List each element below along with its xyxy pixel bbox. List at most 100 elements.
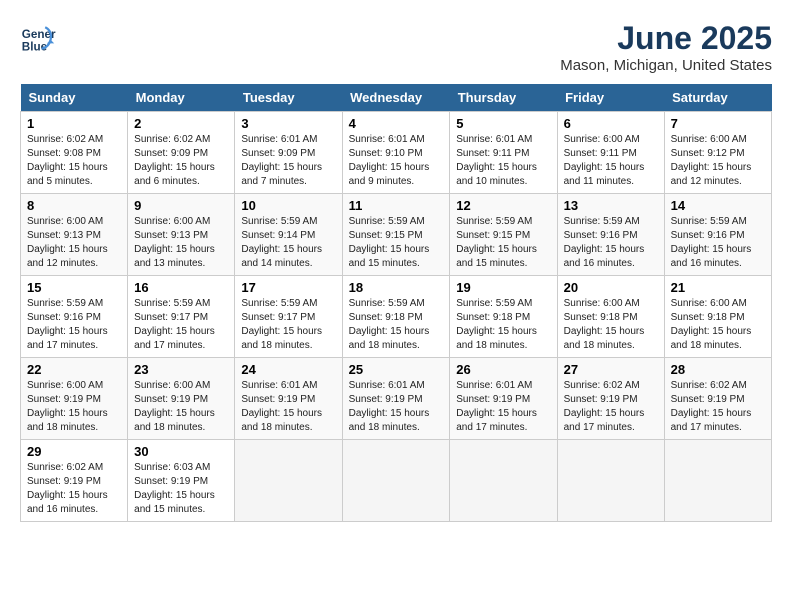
day-number: 5 [456,116,550,131]
calendar-cell: 6 Sunrise: 6:00 AMSunset: 9:11 PMDayligh… [557,112,664,194]
cell-info: Sunrise: 6:01 AMSunset: 9:19 PMDaylight:… [241,380,322,433]
calendar-cell: 28 Sunrise: 6:02 AMSunset: 9:19 PMDaylig… [664,358,771,440]
logo: General Blue [20,20,56,56]
day-number: 21 [671,280,765,295]
cell-info: Sunrise: 6:00 AMSunset: 9:18 PMDaylight:… [671,298,752,351]
day-number: 29 [27,444,121,459]
column-header-wednesday: Wednesday [342,84,450,112]
calendar-cell: 18 Sunrise: 5:59 AMSunset: 9:18 PMDaylig… [342,276,450,358]
cell-info: Sunrise: 5:59 AMSunset: 9:17 PMDaylight:… [241,298,322,351]
page-subtitle: Mason, Michigan, United States [560,57,772,74]
calendar-cell [557,440,664,522]
day-number: 20 [564,280,658,295]
day-number: 30 [134,444,228,459]
calendar-cell: 8 Sunrise: 6:00 AMSunset: 9:13 PMDayligh… [21,194,128,276]
cell-info: Sunrise: 6:02 AMSunset: 9:08 PMDaylight:… [27,134,108,187]
day-number: 6 [564,116,658,131]
day-number: 11 [349,198,444,213]
calendar-cell: 29 Sunrise: 6:02 AMSunset: 9:19 PMDaylig… [21,440,128,522]
cell-info: Sunrise: 6:00 AMSunset: 9:13 PMDaylight:… [134,216,215,269]
day-number: 23 [134,362,228,377]
cell-info: Sunrise: 6:02 AMSunset: 9:09 PMDaylight:… [134,134,215,187]
cell-info: Sunrise: 6:00 AMSunset: 9:18 PMDaylight:… [564,298,645,351]
calendar-cell: 9 Sunrise: 6:00 AMSunset: 9:13 PMDayligh… [128,194,235,276]
calendar-cell: 19 Sunrise: 5:59 AMSunset: 9:18 PMDaylig… [450,276,557,358]
calendar-cell: 12 Sunrise: 5:59 AMSunset: 9:15 PMDaylig… [450,194,557,276]
calendar-cell: 20 Sunrise: 6:00 AMSunset: 9:18 PMDaylig… [557,276,664,358]
day-number: 28 [671,362,765,377]
cell-info: Sunrise: 6:02 AMSunset: 9:19 PMDaylight:… [564,380,645,433]
day-number: 12 [456,198,550,213]
calendar-table: SundayMondayTuesdayWednesdayThursdayFrid… [20,84,772,522]
day-number: 24 [241,362,335,377]
calendar-cell [450,440,557,522]
day-number: 25 [349,362,444,377]
cell-info: Sunrise: 5:59 AMSunset: 9:16 PMDaylight:… [671,216,752,269]
calendar-cell: 10 Sunrise: 5:59 AMSunset: 9:14 PMDaylig… [235,194,342,276]
day-number: 7 [671,116,765,131]
cell-info: Sunrise: 6:01 AMSunset: 9:10 PMDaylight:… [349,134,430,187]
cell-info: Sunrise: 5:59 AMSunset: 9:16 PMDaylight:… [27,298,108,351]
column-header-friday: Friday [557,84,664,112]
week-row-1: 1 Sunrise: 6:02 AMSunset: 9:08 PMDayligh… [21,112,772,194]
day-number: 16 [134,280,228,295]
cell-info: Sunrise: 5:59 AMSunset: 9:14 PMDaylight:… [241,216,322,269]
calendar-cell: 30 Sunrise: 6:03 AMSunset: 9:19 PMDaylig… [128,440,235,522]
day-number: 15 [27,280,121,295]
calendar-cell: 27 Sunrise: 6:02 AMSunset: 9:19 PMDaylig… [557,358,664,440]
column-header-sunday: Sunday [21,84,128,112]
header-row: SundayMondayTuesdayWednesdayThursdayFrid… [21,84,772,112]
cell-info: Sunrise: 6:02 AMSunset: 9:19 PMDaylight:… [27,462,108,515]
cell-info: Sunrise: 6:01 AMSunset: 9:11 PMDaylight:… [456,134,537,187]
day-number: 13 [564,198,658,213]
calendar-cell: 26 Sunrise: 6:01 AMSunset: 9:19 PMDaylig… [450,358,557,440]
week-row-2: 8 Sunrise: 6:00 AMSunset: 9:13 PMDayligh… [21,194,772,276]
day-number: 4 [349,116,444,131]
day-number: 1 [27,116,121,131]
column-header-monday: Monday [128,84,235,112]
calendar-cell: 3 Sunrise: 6:01 AMSunset: 9:09 PMDayligh… [235,112,342,194]
cell-info: Sunrise: 5:59 AMSunset: 9:18 PMDaylight:… [456,298,537,351]
day-number: 10 [241,198,335,213]
cell-info: Sunrise: 5:59 AMSunset: 9:17 PMDaylight:… [134,298,215,351]
cell-info: Sunrise: 6:00 AMSunset: 9:19 PMDaylight:… [27,380,108,433]
page-header: General Blue June 2025 Mason, Michigan, … [20,20,772,74]
calendar-cell: 24 Sunrise: 6:01 AMSunset: 9:19 PMDaylig… [235,358,342,440]
calendar-cell: 22 Sunrise: 6:00 AMSunset: 9:19 PMDaylig… [21,358,128,440]
calendar-cell: 4 Sunrise: 6:01 AMSunset: 9:10 PMDayligh… [342,112,450,194]
day-number: 8 [27,198,121,213]
cell-info: Sunrise: 6:02 AMSunset: 9:19 PMDaylight:… [671,380,752,433]
cell-info: Sunrise: 5:59 AMSunset: 9:15 PMDaylight:… [456,216,537,269]
calendar-cell: 5 Sunrise: 6:01 AMSunset: 9:11 PMDayligh… [450,112,557,194]
week-row-5: 29 Sunrise: 6:02 AMSunset: 9:19 PMDaylig… [21,440,772,522]
calendar-cell: 7 Sunrise: 6:00 AMSunset: 9:12 PMDayligh… [664,112,771,194]
week-row-4: 22 Sunrise: 6:00 AMSunset: 9:19 PMDaylig… [21,358,772,440]
page-title: June 2025 [560,20,772,57]
day-number: 18 [349,280,444,295]
cell-info: Sunrise: 5:59 AMSunset: 9:18 PMDaylight:… [349,298,430,351]
cell-info: Sunrise: 6:00 AMSunset: 9:12 PMDaylight:… [671,134,752,187]
calendar-cell: 1 Sunrise: 6:02 AMSunset: 9:08 PMDayligh… [21,112,128,194]
calendar-cell: 13 Sunrise: 5:59 AMSunset: 9:16 PMDaylig… [557,194,664,276]
calendar-cell: 16 Sunrise: 5:59 AMSunset: 9:17 PMDaylig… [128,276,235,358]
day-number: 17 [241,280,335,295]
cell-info: Sunrise: 6:01 AMSunset: 9:19 PMDaylight:… [349,380,430,433]
cell-info: Sunrise: 6:00 AMSunset: 9:11 PMDaylight:… [564,134,645,187]
cell-info: Sunrise: 6:00 AMSunset: 9:13 PMDaylight:… [27,216,108,269]
column-header-saturday: Saturday [664,84,771,112]
column-header-tuesday: Tuesday [235,84,342,112]
calendar-cell: 23 Sunrise: 6:00 AMSunset: 9:19 PMDaylig… [128,358,235,440]
week-row-3: 15 Sunrise: 5:59 AMSunset: 9:16 PMDaylig… [21,276,772,358]
calendar-cell: 15 Sunrise: 5:59 AMSunset: 9:16 PMDaylig… [21,276,128,358]
day-number: 26 [456,362,550,377]
day-number: 3 [241,116,335,131]
cell-info: Sunrise: 6:00 AMSunset: 9:19 PMDaylight:… [134,380,215,433]
cell-info: Sunrise: 6:03 AMSunset: 9:19 PMDaylight:… [134,462,215,515]
calendar-cell: 17 Sunrise: 5:59 AMSunset: 9:17 PMDaylig… [235,276,342,358]
calendar-cell: 21 Sunrise: 6:00 AMSunset: 9:18 PMDaylig… [664,276,771,358]
day-number: 22 [27,362,121,377]
day-number: 27 [564,362,658,377]
calendar-cell: 25 Sunrise: 6:01 AMSunset: 9:19 PMDaylig… [342,358,450,440]
cell-info: Sunrise: 6:01 AMSunset: 9:19 PMDaylight:… [456,380,537,433]
cell-info: Sunrise: 6:01 AMSunset: 9:09 PMDaylight:… [241,134,322,187]
